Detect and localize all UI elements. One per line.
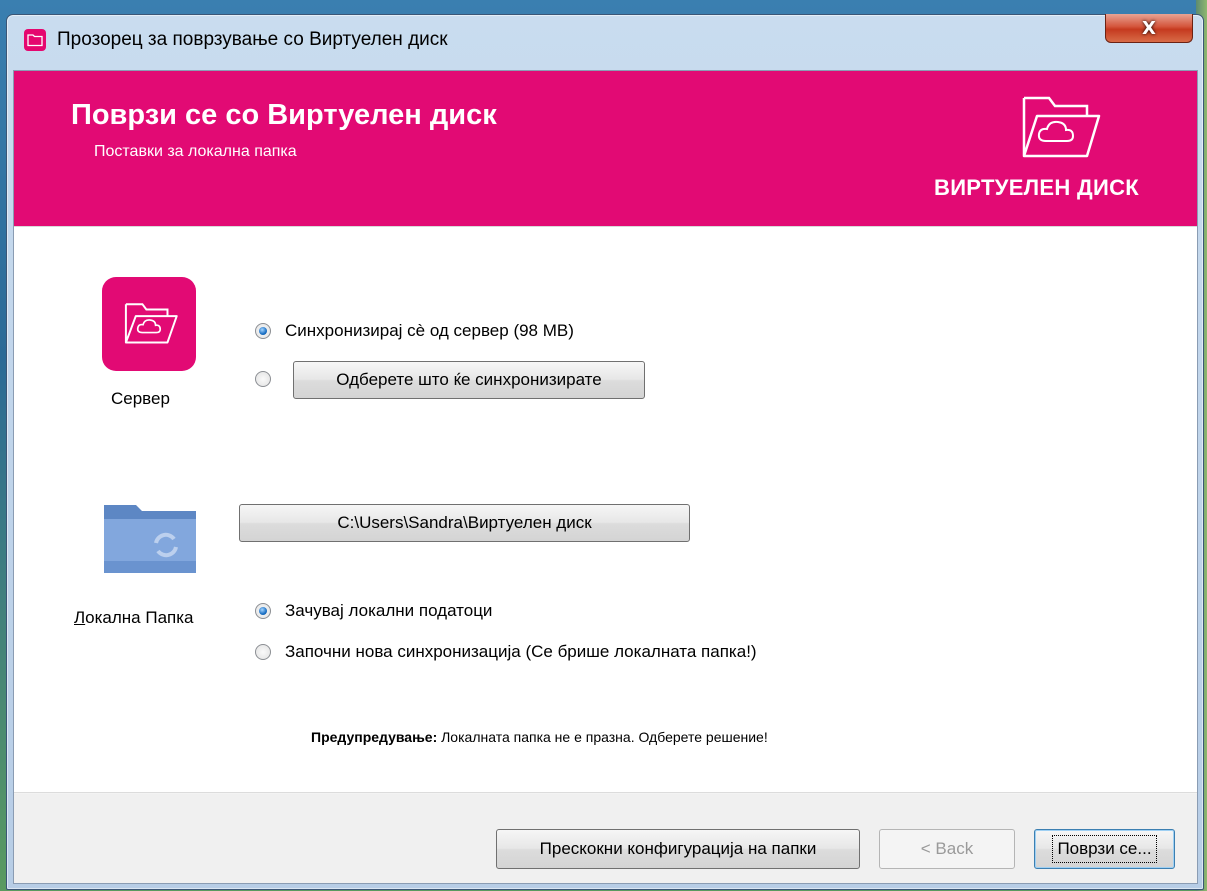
connect-button-label: Поврзи се... [1052,835,1157,863]
skip-folder-config-button[interactable]: Прескокни конфигурација на папки [496,829,860,869]
local-folder-label: Локална Папка [74,608,194,627]
banner-title: Поврзи се со Виртуелен диск [71,99,497,131]
title-bar[interactable]: Прозорец за поврзување со Виртуелен диск… [7,14,1203,67]
local-folder-sync-icon [104,505,196,573]
radio-button-unchecked[interactable] [255,371,271,387]
radio-sync-all-label: Синхронизирај сè од сервер (98 MB) [285,321,574,340]
banner-subtitle: Поставки за локална папка [94,143,297,160]
connection-dialog-window: Прозорец за поврзување со Виртуелен диск… [6,14,1204,890]
radio-sync-all[interactable]: Синхронизирај сè од сервер (98 MB) [255,321,574,341]
radio-keep-local[interactable]: Зачувај локални податоци [255,601,492,621]
radio-new-sync-label: Започни нова синхронизација (Се брише ло… [285,642,757,661]
close-icon: X [1142,17,1156,39]
radio-button-checked[interactable] [255,603,271,619]
radio-button-unchecked[interactable] [255,644,271,660]
brand-name: ВИРТУЕЛЕН ДИСК [934,175,1139,200]
radio-new-sync[interactable]: Започни нова синхронизација (Се брише ло… [255,642,757,662]
radio-button-checked[interactable] [255,323,271,339]
radio-select-sync[interactable] [255,371,285,387]
server-cloud-folder-icon [102,277,196,371]
warning-message: Предупредување: Локалната папка не е пра… [311,729,768,745]
server-label: Сервер [111,389,170,408]
header-banner: Поврзи се со Виртуелен диск Поставки за … [14,71,1197,226]
connect-button[interactable]: Поврзи се... [1034,829,1175,869]
dialog-client-area: Поврзи се со Виртуелен диск Поставки за … [13,70,1198,884]
virtual-disk-logo-icon [1022,96,1101,158]
back-button[interactable]: < Back [879,829,1015,869]
local-path-button[interactable]: C:\Users\Sandra\Виртуелен диск [239,504,690,542]
radio-keep-local-label: Зачувај локални податоци [285,601,493,620]
close-button[interactable]: X [1105,14,1193,43]
select-sync-button[interactable]: Одберете што ќе синхронизирате [293,361,645,399]
app-folder-icon [24,29,46,51]
window-title: Прозорец за поврзување со Виртуелен диск [57,29,448,50]
